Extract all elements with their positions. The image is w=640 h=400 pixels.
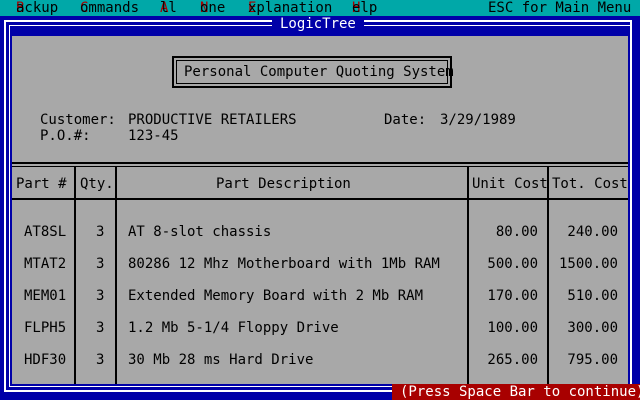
row-3-total-cost: 510.00 — [567, 288, 618, 304]
row-3-unit-cost: 170.00 — [487, 288, 538, 304]
header-part-number: Part # — [16, 176, 67, 192]
header-quantity: Qty. — [80, 176, 114, 192]
row-4-part: FLPH5 — [24, 320, 67, 336]
esc-main-menu-hint[interactable]: ESC for Main Menu — [488, 0, 631, 16]
table-top-rule — [12, 162, 628, 164]
col-divider-4 — [547, 166, 549, 384]
menu-bar: Backup Commands All None Explanation Hel… — [0, 0, 640, 16]
row-4-qty: 3 — [96, 320, 105, 336]
customer-label: Customer: — [40, 112, 116, 128]
window-title: LogicTree — [272, 16, 364, 32]
row-3-description: Extended Memory Board with 2 Mb RAM — [128, 288, 424, 304]
customer-value: PRODUCTIVE RETAILERS — [128, 112, 297, 128]
date-value: 3/29/1989 — [440, 112, 516, 128]
row-5-qty: 3 — [96, 352, 105, 368]
row-1-total-cost: 240.00 — [567, 224, 618, 240]
col-divider-1 — [74, 166, 76, 384]
row-5-part: HDF30 — [24, 352, 67, 368]
po-label: P.O.#: — [40, 128, 91, 144]
po-value: 123-45 — [128, 128, 179, 144]
row-2-unit-cost: 500.00 — [487, 256, 538, 272]
status-prompt[interactable]: (Press Space Bar to continue) — [392, 384, 640, 400]
row-1-unit-cost: 80.00 — [495, 224, 538, 240]
page-title: Personal Computer Quoting System — [184, 64, 454, 80]
header-part-description: Part Description — [216, 176, 351, 192]
row-4-description: 1.2 Mb 5-1/4 Floppy Drive — [128, 320, 339, 336]
row-4-unit-cost: 100.00 — [487, 320, 538, 336]
row-4-total-cost: 300.00 — [567, 320, 618, 336]
row-5-total-cost: 795.00 — [567, 352, 618, 368]
row-5-unit-cost: 265.00 — [487, 352, 538, 368]
row-1-qty: 3 — [96, 224, 105, 240]
col-divider-2 — [115, 166, 117, 384]
row-2-qty: 3 — [96, 256, 105, 272]
quote-panel: Personal Computer Quoting System Custome… — [12, 36, 628, 384]
header-unit-cost: Unit Cost — [472, 176, 548, 192]
col-divider-3 — [467, 166, 469, 384]
row-1-part: AT8SL — [24, 224, 67, 240]
table-top-rule-inner — [12, 166, 628, 167]
row-2-total-cost: 1500.00 — [558, 256, 618, 272]
header-total-cost: Tot. Cost — [552, 176, 628, 192]
row-5-description: 30 Mb 28 ms Hard Drive — [128, 352, 314, 368]
row-3-qty: 3 — [96, 288, 105, 304]
row-1-description: AT 8-slot chassis — [128, 224, 272, 240]
row-2-part: MTAT2 — [24, 256, 67, 272]
row-3-part: MEM01 — [24, 288, 67, 304]
date-label: Date: — [384, 112, 427, 128]
table-header-rule — [12, 198, 628, 200]
row-2-description: 80286 12 Mhz Motherboard with 1Mb RAM — [128, 256, 440, 272]
